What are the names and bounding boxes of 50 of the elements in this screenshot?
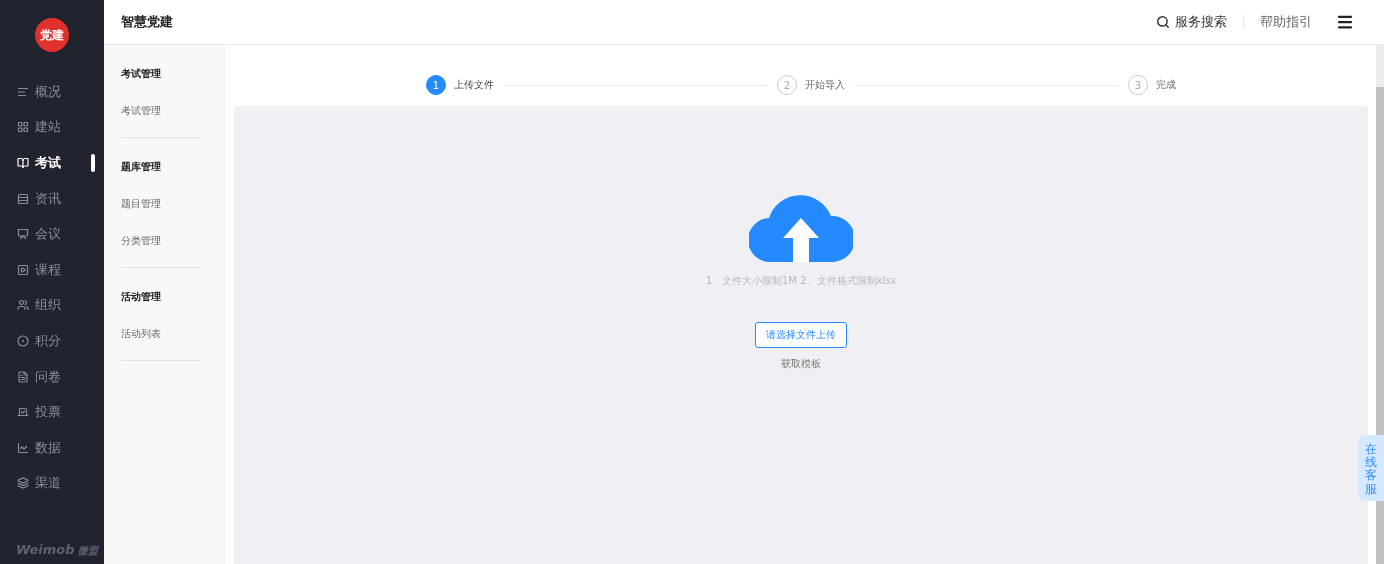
step-label: 完成 bbox=[1156, 78, 1176, 92]
help-link[interactable]: 帮助指引 bbox=[1260, 13, 1312, 31]
online-service-tab[interactable]: 在线客服 bbox=[1358, 435, 1384, 501]
circle-dot-icon bbox=[17, 334, 29, 347]
nav-item[interactable]: 渠道 bbox=[0, 465, 104, 502]
active-indicator bbox=[91, 154, 95, 173]
search-icon bbox=[1156, 15, 1170, 29]
menu-icon[interactable] bbox=[1336, 13, 1354, 31]
step-label: 上传文件 bbox=[454, 78, 494, 92]
submenu-heading: 考试管理 bbox=[121, 67, 162, 81]
nav-item[interactable]: 数据 bbox=[0, 429, 104, 466]
nav-item[interactable]: 课程 bbox=[0, 251, 104, 288]
submenu-heading: 活动管理 bbox=[121, 290, 162, 304]
service-search-link[interactable]: 服务搜索 bbox=[1156, 13, 1227, 31]
ballot-box-icon bbox=[17, 406, 29, 419]
submenu-item[interactable]: 考试管理 bbox=[121, 92, 200, 129]
nav-item[interactable]: 考试 bbox=[0, 145, 104, 181]
nav-item[interactable]: 概况 bbox=[0, 74, 104, 110]
step-number: 1 bbox=[426, 75, 446, 95]
grid-icon bbox=[17, 121, 29, 134]
nav-item[interactable]: 问卷 bbox=[0, 358, 104, 395]
nav-item[interactable]: 组织 bbox=[0, 287, 104, 324]
nav-item[interactable]: 积分 bbox=[0, 323, 104, 359]
template-link[interactable]: 获取模板 bbox=[781, 357, 821, 371]
app-title: 智慧党建 bbox=[121, 13, 173, 31]
step-number: 2 bbox=[777, 75, 797, 95]
submenu-heading: 题库管理 bbox=[121, 160, 162, 174]
line-chart-icon bbox=[17, 441, 29, 454]
step-number: 3 bbox=[1128, 75, 1148, 95]
submenu-item[interactable]: 题目管理 bbox=[121, 185, 200, 222]
book-icon bbox=[17, 157, 29, 169]
submenu-item[interactable]: 活动列表 bbox=[121, 315, 200, 352]
users-icon bbox=[17, 299, 29, 312]
play-icon bbox=[17, 263, 29, 276]
cloud-upload-icon bbox=[749, 192, 853, 262]
document-icon bbox=[17, 370, 29, 383]
lines-icon bbox=[17, 85, 29, 98]
board-icon bbox=[17, 228, 29, 241]
brand-name: 微盟 bbox=[77, 544, 98, 558]
logo: 党建 bbox=[35, 18, 69, 52]
nav-item[interactable]: 会议 bbox=[0, 216, 104, 252]
brand-wordmark: Weimob bbox=[16, 542, 75, 557]
upload-button[interactable]: 请选择文件上传 bbox=[755, 322, 847, 348]
layers-icon bbox=[17, 477, 29, 490]
rows-icon bbox=[17, 192, 29, 205]
nav-item[interactable]: 建站 bbox=[0, 109, 104, 146]
submenu-item[interactable]: 分类管理 bbox=[121, 222, 200, 259]
nav-item[interactable]: 资讯 bbox=[0, 180, 104, 217]
step-label: 开始导入 bbox=[805, 78, 845, 92]
nav-item[interactable]: 投票 bbox=[0, 394, 104, 430]
